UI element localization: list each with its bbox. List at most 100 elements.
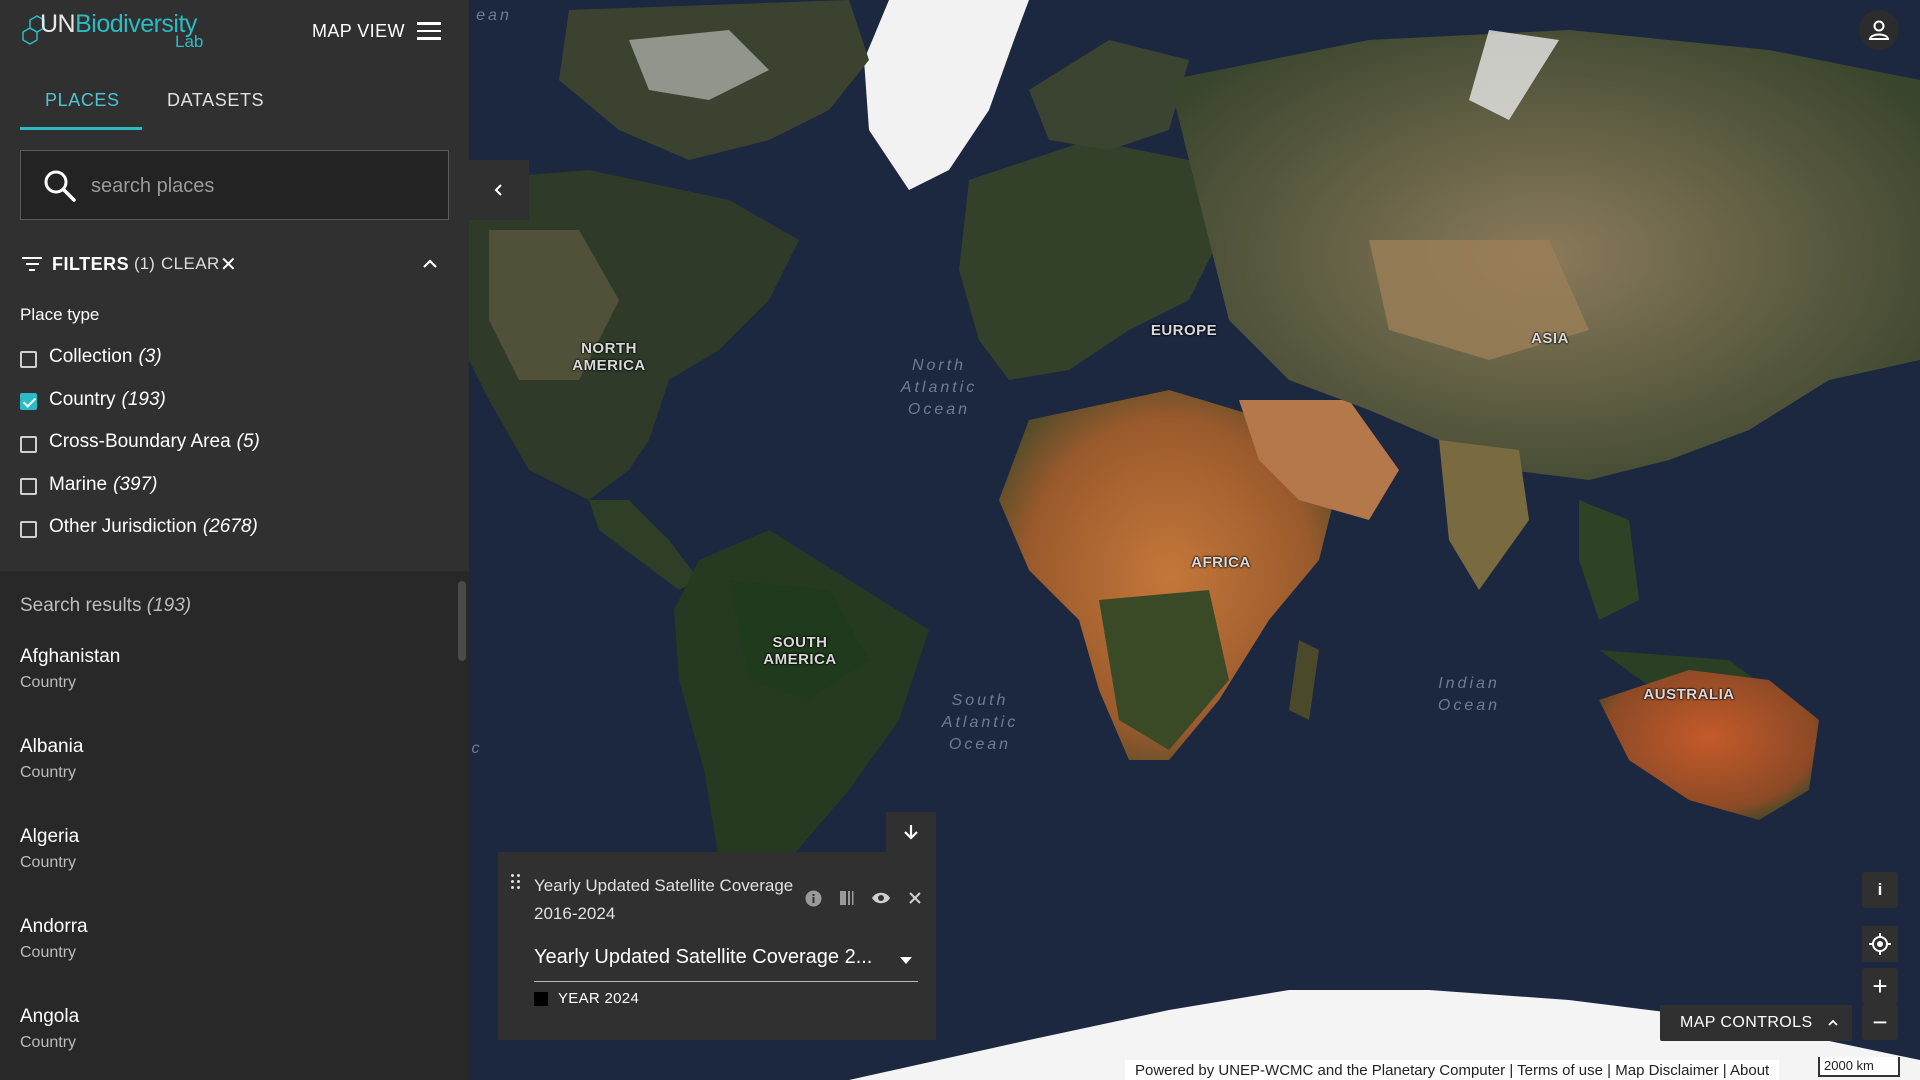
logo-text: UNBiodiversity	[40, 10, 197, 38]
results-scrollbar[interactable]	[458, 581, 466, 661]
result-type: Country	[20, 764, 77, 781]
filter-option-count: (193)	[121, 388, 166, 410]
filters-count: (1)	[134, 254, 155, 273]
search-results-count: (193)	[146, 595, 192, 616]
map-attribution: Powered by UNEP-WCMC and the Planetary C…	[1125, 1060, 1780, 1080]
about-link[interactable]: About	[1730, 1062, 1769, 1079]
filter-option-label: Country	[49, 388, 116, 410]
close-layer-icon[interactable]	[905, 888, 925, 908]
checkbox[interactable]	[20, 478, 37, 496]
map-disclaimer-link[interactable]: Map Disclaimer	[1615, 1062, 1718, 1079]
dropdown-arrow-icon	[900, 957, 912, 964]
filter-option-count: (3)	[138, 346, 162, 368]
visibility-eye-icon[interactable]	[871, 888, 891, 908]
layer-variant-selected: Yearly Updated Satellite Coverage 2...	[534, 946, 873, 968]
minus-icon: −	[1872, 1006, 1888, 1037]
collapse-sidebar-button[interactable]	[469, 160, 529, 220]
result-name: Albania	[20, 736, 84, 757]
filter-option-label: Marine	[49, 473, 108, 495]
terms-of-use-link[interactable]: Terms of use	[1517, 1062, 1603, 1079]
sidebar-header: UNBiodiversity Lab MAP VIEW	[0, 0, 469, 64]
un-biodiversity-lab-logo[interactable]: UNBiodiversity Lab	[20, 8, 220, 56]
active-tab-indicator	[20, 127, 142, 130]
continent-label-africa: AFRICA	[1191, 554, 1251, 571]
ocean-label-edge-top: ean	[476, 7, 512, 24]
ocean-label-north-atlantic: North Atlantic Ocean	[900, 357, 978, 418]
filters-label[interactable]: FILTERS	[52, 254, 129, 275]
plus-icon: +	[1872, 970, 1888, 1001]
filter-option-cross-boundary-area[interactable]: Cross-Boundary Area (5)	[20, 421, 260, 464]
filter-option-count: (2678)	[202, 516, 258, 538]
opacity-icon[interactable]	[837, 888, 857, 908]
map-view-label[interactable]: MAP VIEW	[312, 21, 405, 42]
result-name: Angola	[20, 1006, 80, 1027]
zoom-in-button[interactable]: +	[1862, 968, 1898, 1004]
info-i-icon: i	[1877, 880, 1883, 899]
sidebar-tabs: PLACES DATASETS	[20, 76, 450, 130]
result-type: Country	[20, 944, 77, 961]
filter-option-country[interactable]: Country (193)	[20, 379, 260, 422]
search-results-heading: Search results (193)	[20, 595, 192, 616]
search-results-list: Afghanistan Country Albania Country Alge…	[20, 646, 440, 1080]
continent-label-australia: AUSTRALIA	[1643, 686, 1735, 703]
map-scale-bar: 2000 km	[1818, 1057, 1900, 1077]
place-type-heading: Place type	[20, 305, 100, 324]
list-item[interactable]: Algeria Country	[20, 826, 440, 916]
tab-datasets[interactable]: DATASETS	[167, 90, 264, 111]
filter-option-other-jurisdiction[interactable]: Other Jurisdiction (2678)	[20, 506, 260, 549]
filter-option-count: (5)	[236, 431, 260, 453]
chevron-up-icon[interactable]	[420, 254, 440, 274]
zoom-out-button[interactable]: −	[1862, 1004, 1898, 1040]
filter-option-collection[interactable]: Collection (3)	[20, 336, 260, 379]
list-item[interactable]: Andorra Country	[20, 916, 440, 1006]
list-item[interactable]: Afghanistan Country	[20, 646, 440, 736]
checkbox[interactable]	[20, 520, 37, 538]
filters-header: FILTERS (1) CLEAR ✕	[22, 252, 452, 278]
layer-variant-dropdown[interactable]: Yearly Updated Satellite Coverage 2...	[534, 940, 918, 982]
person-icon	[1868, 20, 1890, 40]
filter-list-icon	[22, 257, 42, 273]
drag-handle-icon[interactable]	[511, 874, 523, 892]
legend-label: YEAR 2024	[558, 990, 640, 1007]
layer-title: Yearly Updated Satellite Coverage 2016-2…	[534, 876, 794, 923]
continent-label-south-america: SOUTH AMERICA	[763, 634, 837, 668]
chevron-up-icon	[1827, 1019, 1838, 1026]
crosshair-location-icon	[1869, 933, 1891, 955]
filter-option-label: Other Jurisdiction	[49, 516, 197, 538]
active-layer-card: Yearly Updated Satellite Coverage 2016-2…	[498, 852, 936, 1040]
checkbox-checked[interactable]	[20, 393, 37, 411]
layer-panel-toggle-button[interactable]	[886, 812, 936, 852]
list-item[interactable]: Angola Country	[20, 1006, 440, 1080]
ocean-label-indian: Indian Ocean	[1437, 675, 1501, 714]
locate-me-button[interactable]	[1862, 926, 1898, 962]
hamburger-menu-icon[interactable]	[417, 22, 441, 42]
user-account-button[interactable]	[1859, 10, 1899, 50]
legend-swatch	[534, 992, 548, 1006]
place-type-filter-list: Collection (3) Country (193) Cross-Bound…	[20, 336, 260, 549]
layer-actions	[803, 888, 925, 908]
sidebar: UNBiodiversity Lab MAP VIEW PLACES DATAS…	[0, 0, 469, 1080]
map-controls-button[interactable]: MAP CONTROLS	[1660, 1005, 1852, 1041]
search-icon	[44, 170, 76, 202]
continent-label-asia: ASIA	[1531, 330, 1569, 347]
checkbox[interactable]	[20, 350, 37, 368]
checkbox[interactable]	[20, 435, 37, 453]
filter-option-marine[interactable]: Marine (397)	[20, 464, 260, 507]
tab-places[interactable]: PLACES	[45, 90, 120, 111]
map-info-button[interactable]: i	[1862, 872, 1898, 908]
result-type: Country	[20, 854, 77, 871]
clear-close-icon[interactable]: ✕	[220, 255, 237, 275]
result-name: Afghanistan	[20, 646, 121, 667]
result-name: Algeria	[20, 826, 80, 847]
result-type: Country	[20, 1034, 77, 1051]
attribution-powered-by[interactable]: Powered by UNEP-WCMC and the Planetary C…	[1135, 1062, 1505, 1079]
filter-option-label: Cross-Boundary Area	[49, 431, 231, 453]
ocean-label-south-atlantic: South Atlantic Ocean	[941, 692, 1019, 753]
search-input[interactable]	[91, 169, 431, 203]
info-icon[interactable]	[803, 888, 823, 908]
list-item[interactable]: Albania Country	[20, 736, 440, 826]
search-results-panel: Search results (193) Afghanistan Country…	[0, 571, 469, 1080]
logo-lab-text: Lab	[175, 32, 204, 51]
clear-filters-button[interactable]: CLEAR	[161, 254, 220, 274]
filter-option-count: (397)	[113, 473, 158, 495]
